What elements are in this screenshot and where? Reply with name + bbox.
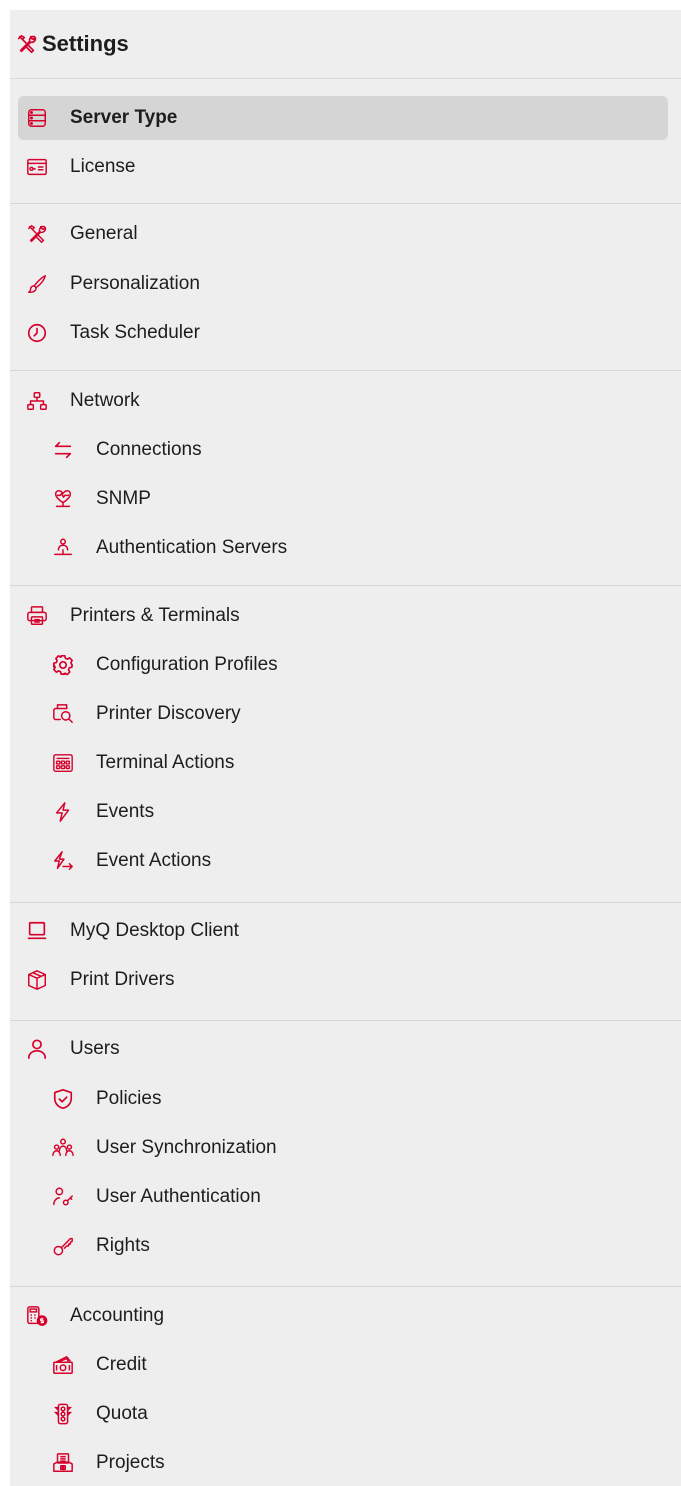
calculator-coin-icon xyxy=(26,1305,48,1327)
divider xyxy=(10,1020,681,1021)
divider xyxy=(10,370,681,371)
lightning-arrow-icon xyxy=(52,850,74,872)
tools-icon xyxy=(16,33,38,55)
printer-search-icon xyxy=(52,703,74,725)
server-icon xyxy=(26,107,48,129)
nav-item-label: Server Type xyxy=(70,107,178,128)
nav-item-print-drivers[interactable]: Print Drivers xyxy=(18,958,668,1002)
nav-item-label: Projects xyxy=(96,1452,165,1473)
nav-item-label: User Authentication xyxy=(96,1186,261,1207)
keypad-icon xyxy=(52,752,74,774)
page-title: Settings xyxy=(42,31,129,56)
laptop-icon xyxy=(26,920,48,942)
nav-item-label: Rights xyxy=(96,1235,150,1256)
nav-item-label: Printers & Terminals xyxy=(70,605,240,626)
nav-item-personalization[interactable]: Personalization xyxy=(18,262,668,306)
network-icon xyxy=(26,390,48,412)
nav-item-general[interactable]: General xyxy=(18,212,668,256)
divider xyxy=(10,585,681,586)
users-group-icon xyxy=(52,1137,74,1159)
nav-item-projects[interactable]: Projects xyxy=(48,1441,668,1485)
user-server-icon xyxy=(52,537,74,559)
money-icon xyxy=(52,1354,74,1376)
nav-item-connections[interactable]: Connections xyxy=(48,428,668,472)
nav-item-server-type[interactable]: Server Type xyxy=(18,96,668,140)
nav-item-label: Users xyxy=(70,1038,120,1059)
nav-item-label: Terminal Actions xyxy=(96,752,235,773)
nav-item-credit[interactable]: Credit xyxy=(48,1343,668,1387)
nav-item-label: General xyxy=(70,223,138,244)
nav-item-label: Accounting xyxy=(70,1305,165,1326)
nav-item-quota[interactable]: Quota xyxy=(48,1392,668,1436)
traffic-light-icon xyxy=(52,1403,74,1425)
nav-item-accounting[interactable]: Accounting xyxy=(18,1294,668,1338)
nav-item-authentication-servers[interactable]: Authentication Servers xyxy=(48,526,668,570)
nav-item-configuration-profiles[interactable]: Configuration Profiles xyxy=(48,643,668,687)
arrows-exchange-icon xyxy=(52,439,74,461)
nav-item-label: Credit xyxy=(96,1354,147,1375)
heart-pulse-icon xyxy=(52,488,74,510)
nav-item-label: Connections xyxy=(96,439,202,460)
nav-item-user-synchronization[interactable]: User Synchronization xyxy=(48,1126,668,1170)
nav-item-label: SNMP xyxy=(96,488,151,509)
nav-item-label: Network xyxy=(70,390,140,411)
nav-item-label: Print Drivers xyxy=(70,969,175,990)
nav-item-label: Personalization xyxy=(70,273,200,294)
nav-item-printer-discovery[interactable]: Printer Discovery xyxy=(48,692,668,736)
nav-item-event-actions[interactable]: Event Actions xyxy=(48,839,668,883)
settings-header: Settings xyxy=(10,10,681,79)
nav-item-label: License xyxy=(70,156,136,177)
nav-item-label: Printer Discovery xyxy=(96,703,241,724)
nav-item-user-authentication[interactable]: User Authentication xyxy=(48,1175,668,1219)
nav-item-events[interactable]: Events xyxy=(48,790,668,834)
lightning-icon xyxy=(52,801,74,823)
nav-item-printers-terminals[interactable]: Printers & Terminals xyxy=(18,594,668,638)
divider xyxy=(10,203,681,204)
brush-icon xyxy=(26,273,48,295)
project-icon xyxy=(52,1452,74,1474)
nav-item-task-scheduler[interactable]: Task Scheduler xyxy=(18,311,668,355)
nav-item-snmp[interactable]: SNMP xyxy=(48,477,668,521)
user-icon xyxy=(26,1038,48,1060)
nav-item-license[interactable]: License xyxy=(18,145,668,189)
nav-item-label: MyQ Desktop Client xyxy=(70,920,239,941)
nav-item-terminal-actions[interactable]: Terminal Actions xyxy=(48,741,668,785)
printer-icon xyxy=(26,605,48,627)
nav-item-label: Task Scheduler xyxy=(70,322,200,343)
divider xyxy=(10,1286,681,1287)
gear-icon xyxy=(52,654,74,676)
license-icon xyxy=(26,156,48,178)
nav-item-myq-desktop-client[interactable]: MyQ Desktop Client xyxy=(18,909,668,953)
nav-item-label: Configuration Profiles xyxy=(96,654,278,675)
nav-item-users[interactable]: Users xyxy=(18,1027,668,1071)
nav-item-label: Event Actions xyxy=(96,850,212,871)
nav-item-label: Policies xyxy=(96,1088,162,1109)
clock-icon xyxy=(26,322,48,344)
nav-item-label: Authentication Servers xyxy=(96,537,288,558)
nav-item-label: Events xyxy=(96,801,155,822)
nav-item-policies[interactable]: Policies xyxy=(48,1077,668,1121)
nav-item-network[interactable]: Network xyxy=(18,379,668,423)
divider xyxy=(10,902,681,903)
nav-item-rights[interactable]: Rights xyxy=(48,1224,668,1268)
key-icon xyxy=(52,1235,74,1257)
shield-check-icon xyxy=(52,1088,74,1110)
settings-panel: Settings Server Type License General Per… xyxy=(10,10,681,1486)
nav-item-label: Quota xyxy=(96,1403,148,1424)
user-key-icon xyxy=(52,1186,74,1208)
nav-item-label: User Synchronization xyxy=(96,1137,277,1158)
tools-icon xyxy=(26,223,48,245)
package-icon xyxy=(26,969,48,991)
